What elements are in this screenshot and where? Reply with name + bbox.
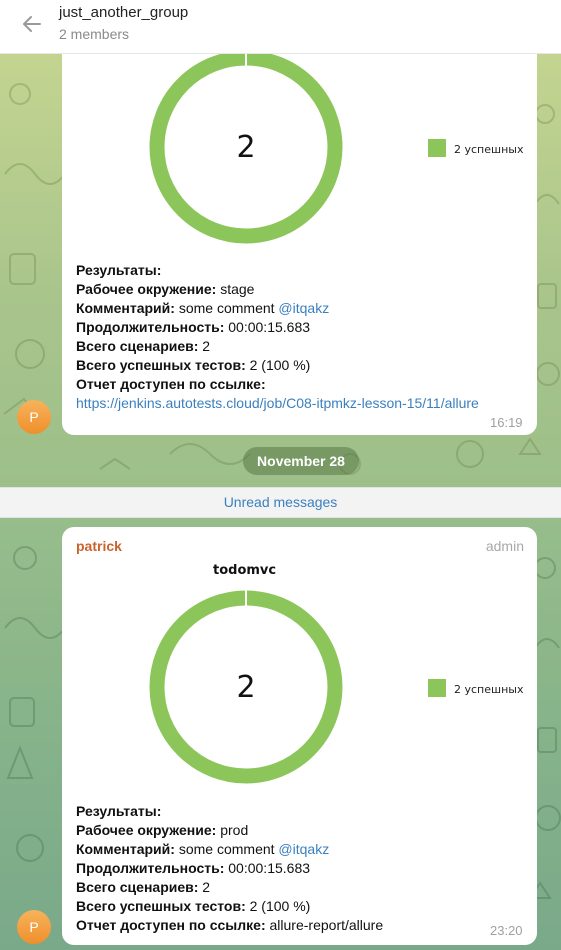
comment-line: Комментарий: some comment @itqakz xyxy=(76,300,330,316)
chart-title: todomvc xyxy=(213,563,277,578)
results-heading: Результаты: xyxy=(76,262,162,278)
chat-title[interactable]: just_another_group xyxy=(59,4,188,21)
message-time: 16:19 xyxy=(490,415,523,430)
donut-center-value: 2 xyxy=(236,670,256,705)
legend-label: 2 успешных xyxy=(454,143,524,156)
scenarios-line: Всего сценариев: 2 xyxy=(76,338,211,354)
mention-link[interactable]: @itqakz xyxy=(278,841,329,857)
avatar[interactable]: P xyxy=(17,400,51,434)
report-link[interactable]: https://jenkins.autotests.cloud/job/C08-… xyxy=(76,395,479,411)
message-time: 23:20 xyxy=(490,923,523,938)
report-line: Отчет доступен по ссылке: allure-report/… xyxy=(76,917,384,933)
report-label-line: Отчет доступен по ссылке: xyxy=(76,376,266,392)
legend-swatch xyxy=(428,139,446,157)
results-heading: Результаты: xyxy=(76,803,162,819)
date-separator: November 28 xyxy=(243,447,359,475)
mention-link[interactable]: @itqakz xyxy=(278,300,329,316)
scenarios-line: Всего сценариев: 2 xyxy=(76,879,211,895)
legend-swatch xyxy=(428,679,446,697)
member-count: 2 members xyxy=(59,26,130,42)
duration-line: Продолжительность: 00:00:15.683 xyxy=(76,319,311,335)
env-line: Рабочее окружение: prod xyxy=(76,822,249,838)
report-link-line: https://jenkins.autotests.cloud/job/C08-… xyxy=(76,395,479,411)
passed-line: Всего успешных тестов: 2 (100 %) xyxy=(76,898,311,914)
duration-line: Продолжительность: 00:00:15.683 xyxy=(76,860,311,876)
comment-line: Комментарий: some comment @itqakz xyxy=(76,841,330,857)
sender-name[interactable]: patrick xyxy=(76,538,122,554)
passed-line: Всего успешных тестов: 2 (100 %) xyxy=(76,357,311,373)
sender-role: admin xyxy=(485,538,524,554)
chat-header: just_another_group 2 members xyxy=(0,0,561,54)
back-arrow-icon[interactable] xyxy=(20,12,44,36)
legend-label: 2 успешных xyxy=(454,683,524,696)
unread-messages-bar: Unread messages xyxy=(0,487,561,518)
donut-center-value: 2 xyxy=(236,130,256,165)
avatar[interactable]: P xyxy=(17,910,51,944)
env-line: Рабочее окружение: stage xyxy=(76,281,255,297)
